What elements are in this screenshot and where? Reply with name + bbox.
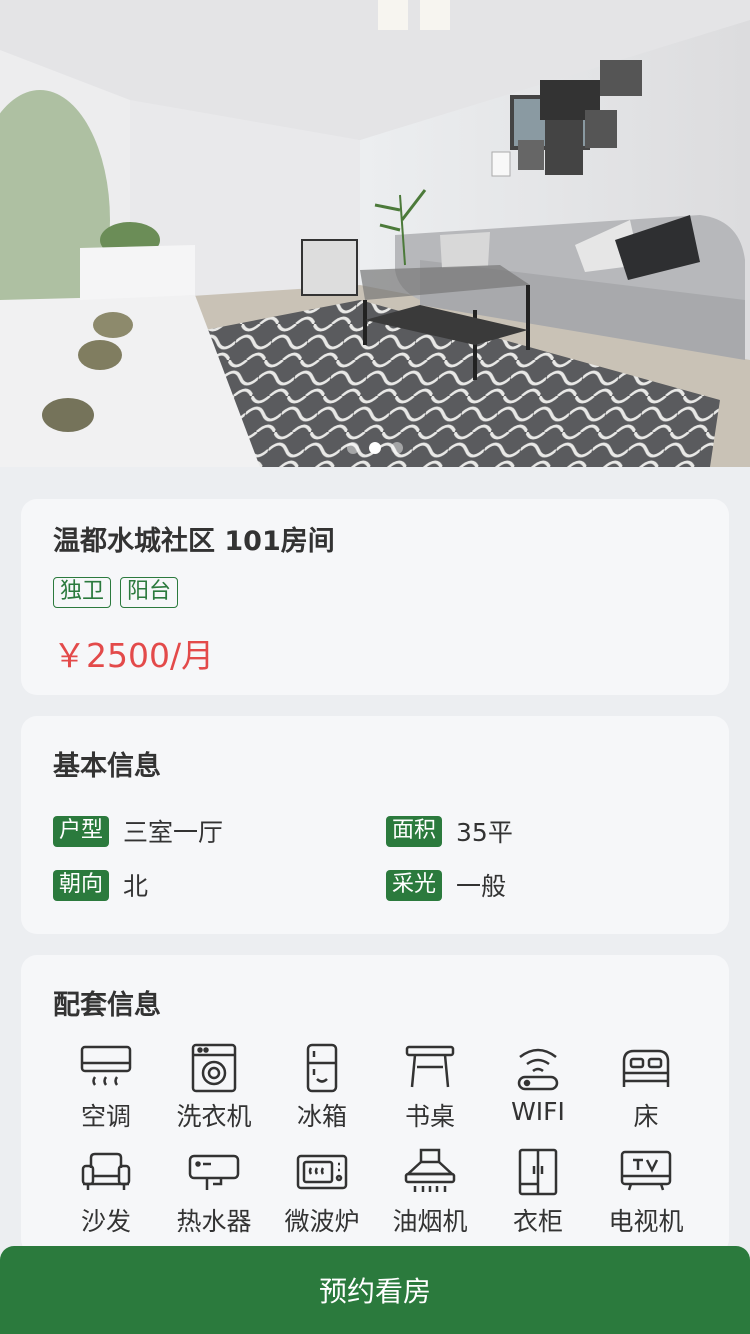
carousel-indicator	[0, 442, 750, 454]
fridge-icon	[306, 1043, 338, 1093]
facility-label: 床	[633, 1102, 659, 1131]
washing-machine-icon	[191, 1043, 237, 1093]
info-area: 面积 35平	[386, 813, 513, 849]
info-key: 朝向	[53, 869, 110, 901]
info-layout: 户型 三室一厅	[53, 813, 223, 849]
info-value: 一般	[456, 872, 507, 901]
facility-item: 热水器	[160, 1148, 268, 1238]
facility-label: 洗衣机	[176, 1102, 252, 1131]
air-conditioner-icon	[80, 1045, 132, 1086]
facility-item: 空调	[52, 1043, 160, 1133]
facility-label: 书桌	[404, 1102, 455, 1131]
bed-icon	[622, 1049, 670, 1087]
info-orientation: 朝向 北	[53, 867, 148, 903]
basic-info-title: 基本信息	[53, 751, 161, 782]
info-value: 35平	[456, 818, 513, 847]
facility-label: 空调	[80, 1102, 131, 1131]
wifi-router-icon	[517, 1048, 559, 1091]
desk-icon	[405, 1045, 455, 1088]
info-key: 户型	[53, 815, 110, 847]
facilities-title: 配套信息	[53, 990, 161, 1021]
facility-label: 油烟机	[392, 1207, 468, 1236]
feature-tag: 独卫	[53, 577, 112, 608]
sofa-icon	[81, 1152, 131, 1190]
tv-icon	[620, 1150, 672, 1191]
book-viewing-button[interactable]: 预约看房	[0, 1246, 750, 1334]
listing-summary-card: 温都水城社区 101房间 独卫 阳台 ￥2500/月	[21, 499, 729, 695]
facility-label: 冰箱	[296, 1102, 347, 1131]
facility-item: 衣柜	[484, 1148, 592, 1238]
carousel-dot-active[interactable]	[369, 442, 381, 454]
facility-label: WIFI	[511, 1097, 565, 1126]
facility-item: 冰箱	[268, 1043, 376, 1133]
facility-item: 床	[592, 1043, 700, 1133]
info-value: 北	[123, 872, 149, 901]
wardrobe-icon	[518, 1148, 558, 1196]
listing-title: 温都水城社区 101房间	[53, 526, 335, 557]
info-value: 三室一厅	[123, 818, 224, 847]
carousel-dot[interactable]	[391, 442, 403, 454]
facility-label: 衣柜	[512, 1207, 563, 1236]
facility-label: 沙发	[80, 1207, 131, 1236]
facility-item: 沙发	[52, 1148, 160, 1238]
info-key: 面积	[386, 815, 443, 847]
range-hood-icon	[404, 1148, 456, 1192]
facility-item: 洗衣机	[160, 1043, 268, 1133]
facility-label: 电视机	[608, 1207, 684, 1236]
microwave-icon	[296, 1154, 348, 1190]
rent-price: ￥2500/月	[53, 636, 215, 675]
facility-label: 微波炉	[284, 1207, 360, 1236]
facility-item: 电视机	[592, 1148, 700, 1238]
carousel-dot[interactable]	[347, 442, 359, 454]
room-photo-carousel[interactable]	[0, 0, 750, 467]
facilities-card: 配套信息 空调 洗衣机 冰箱 书桌 WIFI 床 沙发 热水器 微波炉 油烟机 …	[21, 955, 729, 1255]
facility-label: 热水器	[176, 1207, 252, 1236]
info-lighting: 采光 一般	[386, 867, 506, 903]
room-photo	[0, 0, 750, 467]
water-heater-icon	[188, 1154, 240, 1190]
facility-item: 油烟机	[376, 1148, 484, 1238]
info-key: 采光	[386, 869, 443, 901]
basic-info-card: 基本信息 户型 三室一厅 面积 35平 朝向 北 采光 一般	[21, 716, 729, 934]
feature-tags: 独卫 阳台	[53, 577, 179, 608]
facility-item: 书桌	[376, 1043, 484, 1133]
facility-item: 微波炉	[268, 1148, 376, 1238]
facility-item: WIFI	[484, 1043, 592, 1126]
feature-tag: 阳台	[120, 577, 179, 608]
